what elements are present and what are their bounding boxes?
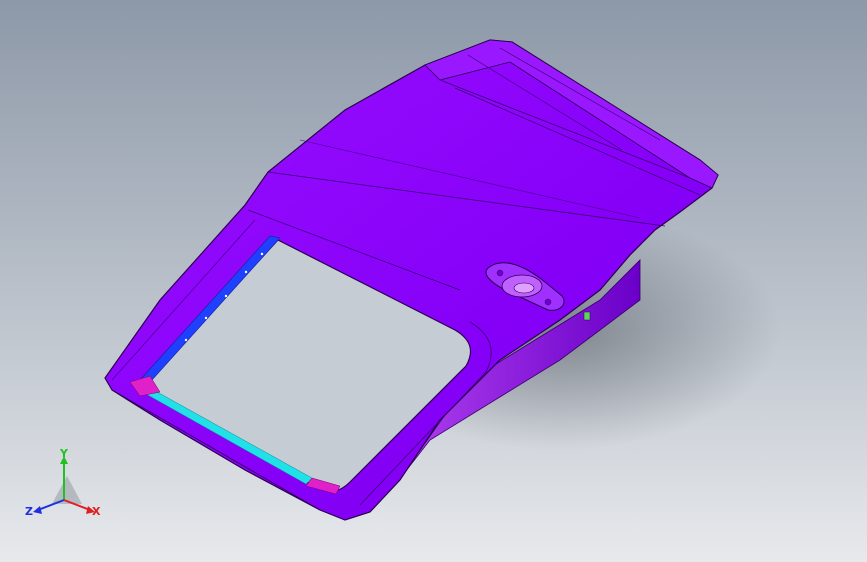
graphics-viewport[interactable]: Y X Z — [0, 0, 867, 562]
tailgate-model[interactable] — [0, 0, 867, 562]
latch-detail — [583, 311, 591, 321]
x-axis-label: X — [92, 505, 101, 518]
z-axis-icon — [37, 499, 65, 511]
z-axis-label: Z — [25, 505, 33, 518]
y-axis-label: Y — [59, 448, 69, 460]
axis-triad: Y X Z — [25, 448, 101, 518]
